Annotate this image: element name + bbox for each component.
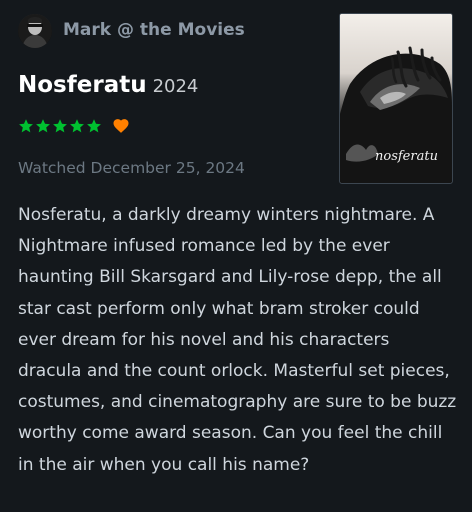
poster-title-text: nosferatu [375, 149, 438, 164]
star-rating [18, 118, 102, 134]
rating-row [18, 115, 130, 137]
star-icon [36, 119, 50, 133]
film-year[interactable]: 2024 [153, 76, 199, 97]
watched-date: Watched December 25, 2024 [18, 159, 245, 177]
poster-image: nosferatu [340, 14, 452, 183]
star-icon [70, 119, 84, 133]
review-card: Mark @ the Movies Nosferatu 2024 Watched … [0, 0, 472, 512]
username-link[interactable]: Mark @ the Movies [63, 20, 245, 40]
film-poster[interactable]: nosferatu [339, 13, 453, 184]
film-title-row: Nosferatu 2024 [18, 72, 198, 98]
heart-icon [113, 119, 129, 133]
star-icon [87, 119, 101, 133]
avatar-photo-icon [18, 14, 52, 48]
review-text: Nosferatu, a darkly dreamy winters night… [18, 205, 457, 475]
film-title[interactable]: Nosferatu [18, 72, 147, 98]
star-icon [53, 119, 67, 133]
user-avatar[interactable] [18, 14, 52, 48]
star-icon [19, 119, 33, 133]
